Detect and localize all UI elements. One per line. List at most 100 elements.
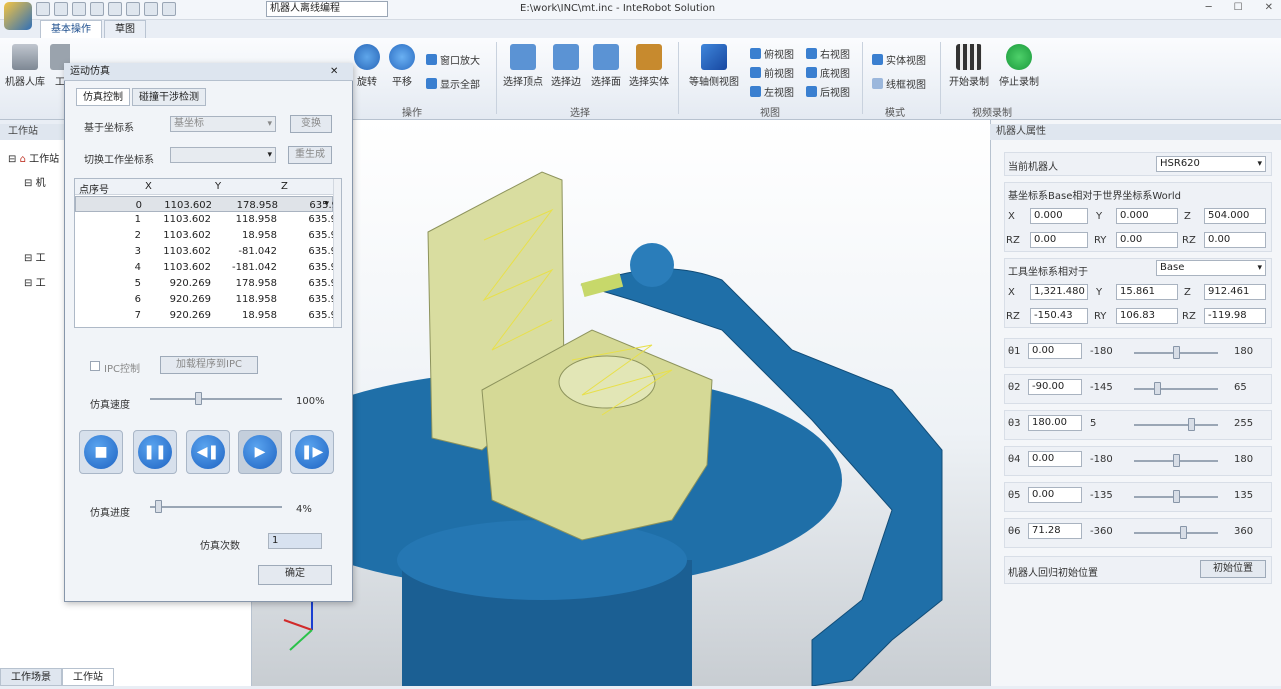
joint-slider[interactable] [1134,452,1218,470]
speed-slider[interactable] [150,390,282,408]
table-row[interactable]: 4 1103.602 -181.042 635.9 [75,260,337,276]
select-face-button[interactable]: 选择面 [586,44,626,88]
view-back-button[interactable]: 后视图 [806,84,850,99]
joint-slider[interactable] [1134,344,1218,362]
table-row[interactable]: 5 920.269 178.958 635.9 [75,276,337,292]
settings-icon[interactable] [126,2,140,16]
joint-value-field[interactable]: 180.00 [1028,415,1082,431]
joint-value-field[interactable]: 0.00 [1028,451,1082,467]
expand-icon[interactable]: ⊟ [8,154,20,165]
speed-thumb[interactable] [195,392,202,405]
base-rz2-field[interactable]: 0.00 [1204,232,1266,248]
joint-thumb[interactable] [1172,346,1180,359]
grid-icon[interactable] [108,2,122,16]
joint-thumb[interactable] [1172,454,1180,467]
joint-slider[interactable] [1134,380,1218,398]
minimize-icon[interactable]: ─ [1206,2,1212,13]
table-row[interactable]: 2 1103.602 18.958 635.9 [75,228,337,244]
progress-slider[interactable] [150,498,282,516]
tab-collision-check[interactable]: 碰撞干涉检测 [132,88,206,106]
tool-reference-select[interactable]: Base [1156,260,1266,276]
tab-sketch[interactable]: 草图 [104,20,146,38]
current-robot-select[interactable]: HSR620 [1156,156,1266,172]
open-icon[interactable] [54,2,68,16]
undo-icon[interactable] [144,2,158,16]
wireframe-view-button[interactable]: 线框视图 [872,76,926,91]
show-all-button[interactable]: 显示全部 [426,76,480,91]
joint-thumb[interactable] [1154,382,1162,395]
close-icon[interactable]: ✕ [1265,2,1273,13]
step-back-button[interactable]: ◀❚ [186,430,230,474]
joint-value-field[interactable]: 0.00 [1028,487,1082,503]
tool-z-field[interactable]: 912.461 [1204,284,1266,300]
table-scrollbar[interactable] [333,179,341,327]
pan-button[interactable]: 平移 [381,44,423,88]
view-left-button[interactable]: 左视图 [750,84,794,99]
reset-position-button[interactable]: 初始位置 [1200,560,1266,578]
step-forward-button[interactable]: ❚▶ [290,430,334,474]
regenerate-button[interactable]: 重生成 [288,146,332,164]
app-logo[interactable] [4,2,32,30]
tool-y-field[interactable]: 15.861 [1116,284,1178,300]
joint-value-field[interactable]: -90.00 [1028,379,1082,395]
tool-rz2-field[interactable]: -119.98 [1204,308,1266,324]
view-bottom-button[interactable]: 底视图 [806,65,850,80]
joint-thumb[interactable] [1187,418,1195,431]
new-icon[interactable] [36,2,50,16]
redo-icon[interactable] [162,2,176,16]
stop-button[interactable]: ■ [79,430,123,474]
tool-x-field[interactable]: 1,321.480 [1030,284,1088,300]
column-header[interactable]: 点序号 [79,181,141,196]
stop-record-button[interactable]: 停止录制 [996,44,1042,88]
base-y-field[interactable]: 0.000 [1116,208,1178,224]
project-select[interactable]: 机器人离线编程 [266,1,388,17]
joint-thumb[interactable] [1172,490,1180,503]
base-rz-field[interactable]: 0.00 [1030,232,1088,248]
tree-item[interactable]: ⊟ 工 [24,249,46,264]
column-header[interactable]: Z [281,181,337,192]
progress-thumb[interactable] [155,500,162,513]
joint-thumb[interactable] [1180,526,1188,539]
base-frame-select[interactable]: 基坐标 [170,116,276,132]
isometric-view-button[interactable]: 等轴侧视图 [686,44,742,88]
3d-viewport[interactable] [242,120,990,687]
ipc-checkbox[interactable] [90,361,100,371]
joint-value-field[interactable]: 71.28 [1028,523,1082,539]
tab-work-scene[interactable]: 工作场景 [0,668,62,686]
base-x-field[interactable]: 0.000 [1030,208,1088,224]
tool-ry-field[interactable]: 106.83 [1116,308,1178,324]
ok-button[interactable]: 确定 [258,565,332,585]
solid-view-button[interactable]: 实体视图 [872,52,926,67]
table-row[interactable]: 6 920.269 118.958 635.9 [75,292,337,308]
select-solid-button[interactable]: 选择实体 [626,44,672,88]
base-ry-field[interactable]: 0.00 [1116,232,1178,248]
select-edge-button[interactable]: 选择边 [546,44,586,88]
column-header[interactable]: X [145,181,211,192]
table-row[interactable]: 7 920.269 18.958 635.9 [75,308,337,324]
tab-sim-control[interactable]: 仿真控制 [76,88,130,106]
tree-item[interactable]: ⊟ 机 [24,174,46,189]
tab-workstation[interactable]: 工作站 [62,668,114,686]
table-row[interactable]: 3 1103.602 -81.042 635.9 [75,244,337,260]
view-right-button[interactable]: 右视图 [806,46,850,61]
load-ipc-button[interactable]: 加载程序到IPC [160,356,258,374]
dialog-close-icon[interactable]: ✕ [330,66,338,77]
work-frame-select[interactable] [170,147,276,163]
robot-library-button[interactable]: 机器人库 [4,44,46,88]
start-record-button[interactable]: 开始录制 [946,44,992,88]
count-field[interactable]: 1 [268,533,322,549]
transform-button[interactable]: 变换 [290,115,332,133]
view-top-button[interactable]: 俯视图 [750,46,794,61]
pause-button[interactable]: ❚❚ [133,430,177,474]
joint-value-field[interactable]: 0.00 [1028,343,1082,359]
select-vertex-button[interactable]: 选择顶点 [500,44,546,88]
table-row[interactable]: 0 1103.602 178.958 635.9 [75,196,338,212]
points-table[interactable]: 点序号 XYZ 0 1103.602 178.958 635.9 1 1103.602 118.… [74,178,342,328]
base-z-field[interactable]: 504.000 [1204,208,1266,224]
table-row[interactable]: 1 1103.602 118.958 635.9 [75,212,337,228]
save-icon[interactable] [72,2,86,16]
joint-slider[interactable] [1134,488,1218,506]
zoom-window-button[interactable]: 窗口放大 [426,52,480,67]
maximize-icon[interactable]: ☐ [1234,2,1243,13]
play-button[interactable]: ▶ [238,430,282,474]
